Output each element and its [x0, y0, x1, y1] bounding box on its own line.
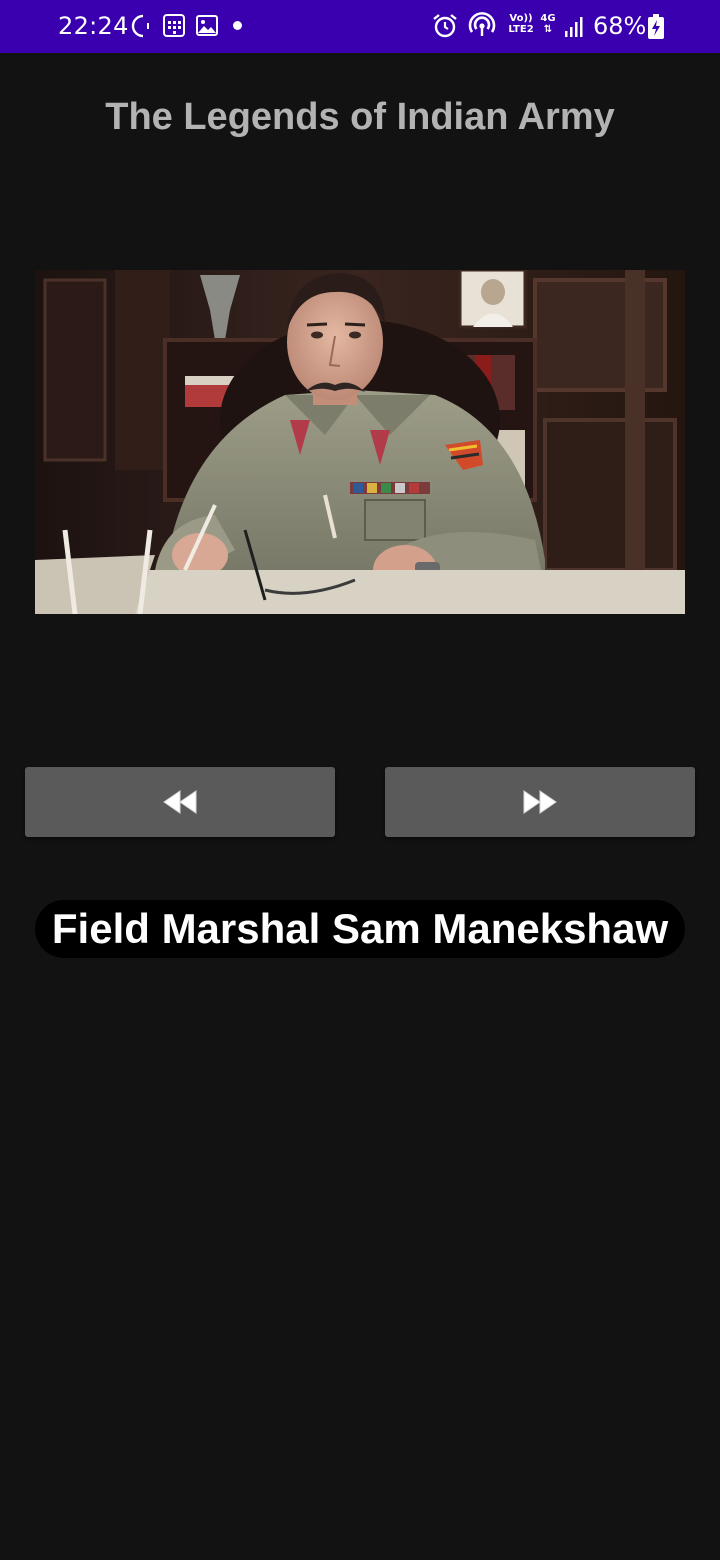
gallery-icon	[196, 15, 218, 36]
alarm-icon	[433, 14, 457, 38]
signal-icon	[565, 17, 583, 37]
moon-icon	[131, 14, 149, 38]
legend-photo-illustration	[35, 270, 685, 614]
fast-forward-icon	[523, 790, 557, 814]
data-arrows-icon: ⇅	[543, 24, 553, 35]
volte-indicator: Vo)) LTE2	[506, 13, 536, 35]
legend-name-caption: Field Marshal Sam Manekshaw	[35, 900, 685, 958]
battery-percent: 68%	[593, 12, 647, 40]
status-time: 22:24	[58, 12, 129, 40]
next-button[interactable]	[385, 767, 695, 837]
network-type-indicator: 4G ⇅	[539, 13, 557, 35]
legend-photo	[35, 270, 685, 614]
volte-line-2: LTE2	[508, 24, 534, 35]
notification-dot-icon	[233, 21, 242, 30]
previous-button[interactable]	[25, 767, 335, 837]
rewind-icon	[163, 790, 197, 814]
calendar-icon	[163, 14, 185, 37]
battery-icon	[648, 14, 664, 39]
hotspot-icon	[468, 12, 496, 36]
volte-line-1: Vo))	[509, 13, 533, 24]
status-bar: 22:24 Vo)) LTE2 4G ⇅ 68%	[0, 0, 720, 53]
page-title: The Legends of Indian Army	[105, 96, 615, 138]
network-type-label: 4G	[540, 13, 556, 24]
